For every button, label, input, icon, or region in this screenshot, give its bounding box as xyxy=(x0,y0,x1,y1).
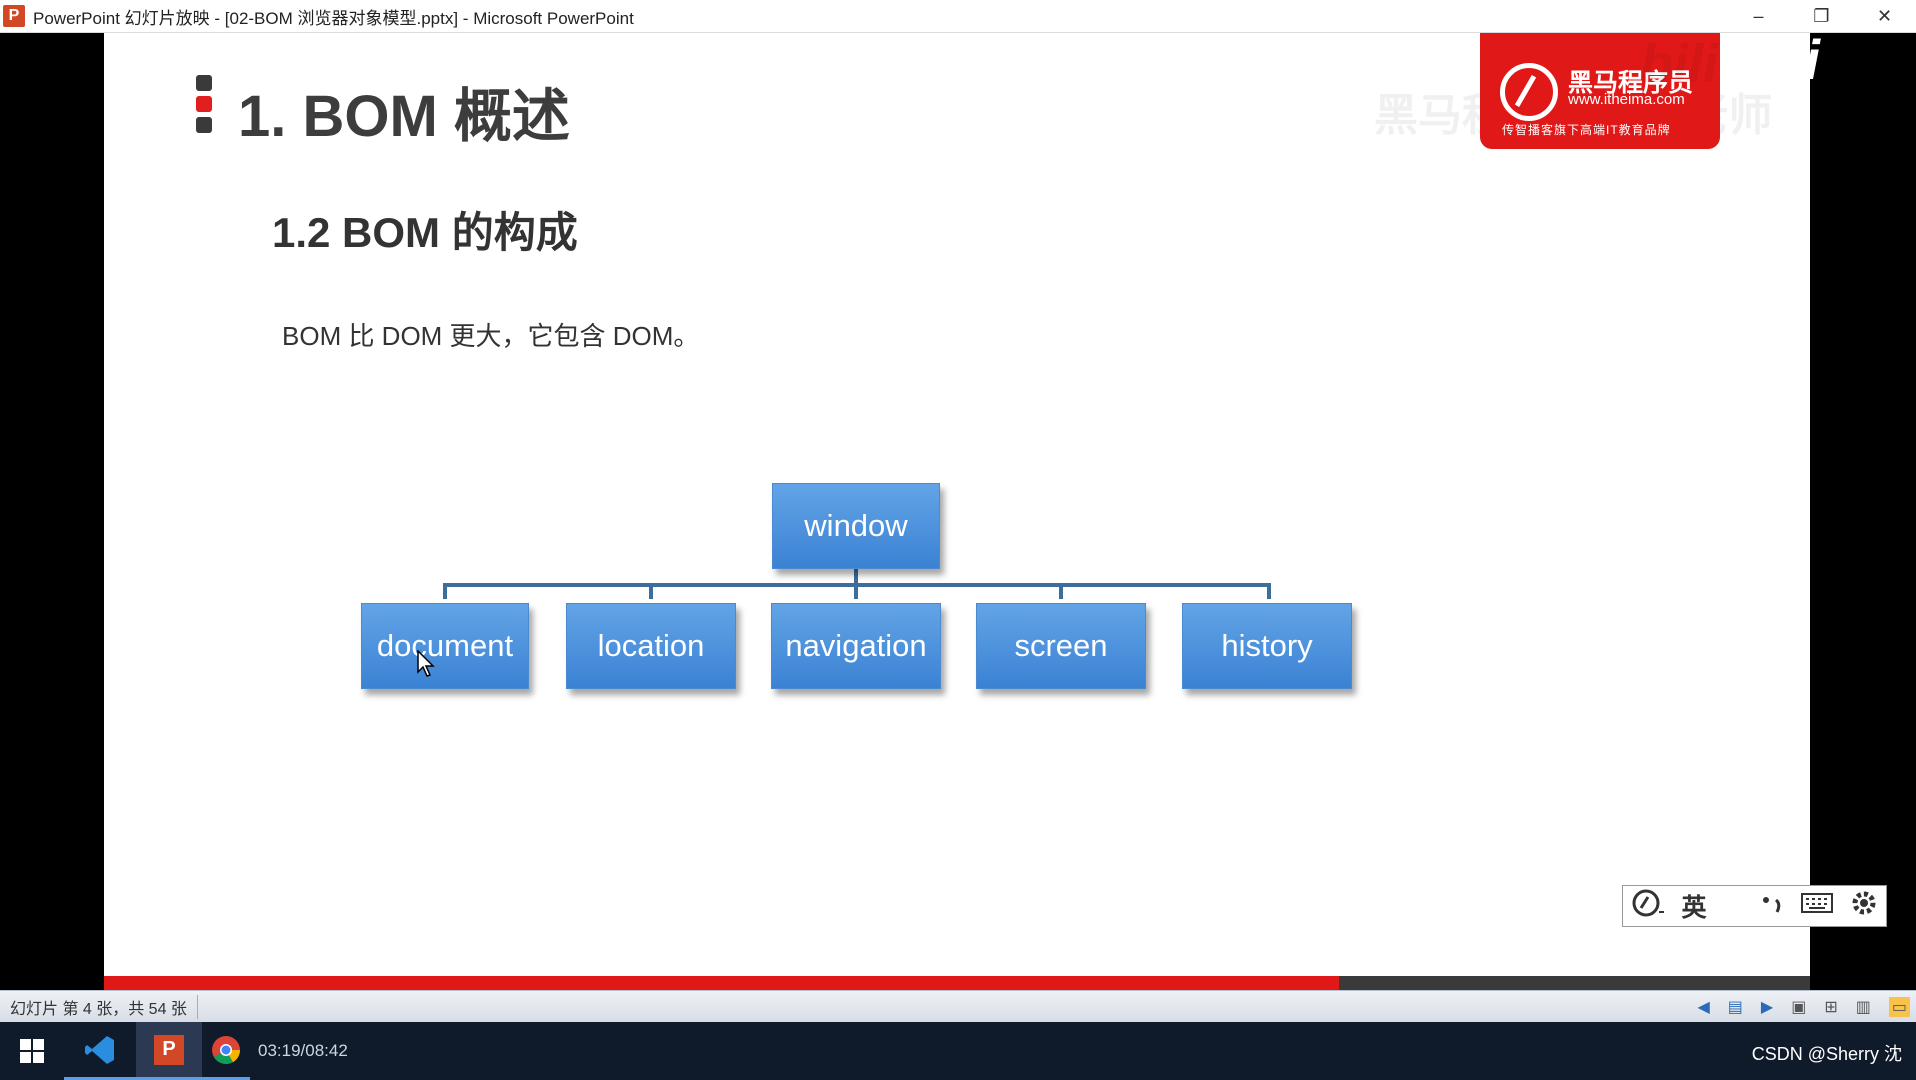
mouse-cursor-icon xyxy=(417,650,435,677)
reading-view-icon[interactable]: ▥ xyxy=(1856,997,1871,1017)
diagram-node-document: document xyxy=(361,603,529,689)
slideshow-view-icon[interactable]: ▭ xyxy=(1888,997,1910,1017)
punctuation-icon[interactable] xyxy=(1761,890,1785,923)
connector-child-history xyxy=(1267,583,1271,599)
close-button[interactable]: ✕ xyxy=(1853,0,1916,33)
diagram-node-screen: screen xyxy=(976,603,1146,689)
slide-menu-icon[interactable]: ▤ xyxy=(1728,997,1743,1017)
connector-child-screen xyxy=(1059,583,1063,599)
credit-watermark: CSDN @Sherry 沈 xyxy=(1751,1044,1902,1064)
windows-start-icon[interactable] xyxy=(0,1022,64,1080)
taskbar: P 03:19/08:42 CSDN @Sherry 沈 xyxy=(0,1022,1916,1080)
title-bar: P PowerPoint 幻灯片放映 - [02-BOM 浏览器对象模型.ppt… xyxy=(0,0,1916,33)
diagram-node-location: location xyxy=(566,603,736,689)
window-title: PowerPoint 幻灯片放映 - [02-BOM 浏览器对象模型.pptx]… xyxy=(33,8,634,28)
diagram-node-navigation: navigation xyxy=(771,603,941,689)
slide-sorter-icon[interactable]: ⊞ xyxy=(1824,997,1837,1017)
left-letterbox xyxy=(0,33,104,990)
moon-icon[interactable] xyxy=(1723,890,1745,923)
ime-mode-toggle[interactable]: 英 xyxy=(1681,888,1706,924)
logo-tagline: 传智播客旗下高端IT教育品牌 xyxy=(1502,123,1671,137)
ime-logo-icon[interactable] xyxy=(1631,888,1665,925)
ime-toolbar[interactable]: 英 xyxy=(1622,885,1887,927)
bili-watermark-faint: bili xyxy=(1640,34,1718,94)
vscode-icon[interactable] xyxy=(64,1022,136,1080)
slide-canvas[interactable]: 1. BOM 概述 1.2 BOM 的构成 BOM 比 DOM 更大，它包含 D… xyxy=(104,33,1810,990)
slide-count: 幻灯片 第 4 张，共 54 张 xyxy=(10,994,198,1019)
itheima-logo-icon xyxy=(1500,63,1558,121)
previous-slide-icon[interactable]: ◀ xyxy=(1697,997,1709,1017)
slide-body-text: BOM 比 DOM 更大，它包含 DOM。 xyxy=(282,321,700,351)
status-bar: 幻灯片 第 4 张，共 54 张 ◀ ▤ ▶ ▣ ⊞ ▥ ▭ xyxy=(0,990,1916,1022)
connector-child-document xyxy=(443,583,447,599)
connector-child-navigation xyxy=(854,583,858,599)
powerpoint-app-icon[interactable]: P xyxy=(3,5,25,27)
title-bullet-icon xyxy=(196,75,214,133)
bili-watermark: bili xyxy=(1745,28,1820,91)
diagram-node-window: window xyxy=(772,483,940,569)
chrome-icon[interactable] xyxy=(202,1022,250,1080)
slideshow-progress-bar xyxy=(104,976,1810,990)
normal-view-icon[interactable]: ▣ xyxy=(1791,997,1806,1017)
status-bar-controls: ◀ ▤ ▶ ▣ ⊞ ▥ ▭ xyxy=(1697,991,1910,1023)
connector-child-location xyxy=(649,583,653,599)
slide-subtitle: 1.2 BOM 的构成 xyxy=(272,209,578,256)
video-time: 03:19/08:42 xyxy=(258,1041,348,1060)
slideshow-progress-fill xyxy=(104,976,1340,990)
right-letterbox xyxy=(1810,33,1916,990)
keyboard-icon[interactable] xyxy=(1801,892,1834,921)
next-slide-icon[interactable]: ▶ xyxy=(1761,997,1773,1017)
gear-icon[interactable] xyxy=(1850,889,1878,924)
powerpoint-icon[interactable]: P xyxy=(136,1022,202,1080)
slide-title: 1. BOM 概述 xyxy=(238,84,570,149)
diagram-node-history: history xyxy=(1182,603,1352,689)
